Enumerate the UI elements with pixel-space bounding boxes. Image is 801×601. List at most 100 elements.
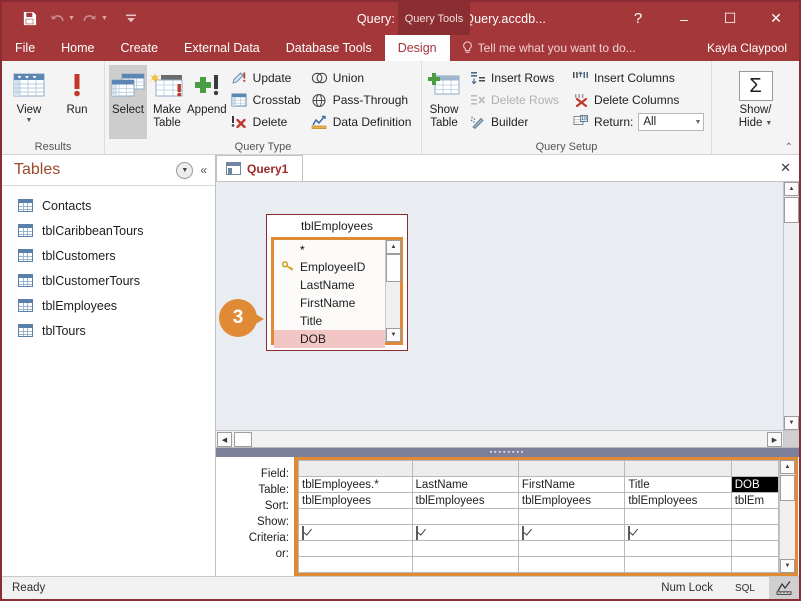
nav-item-contacts[interactable]: Contacts bbox=[2, 193, 215, 218]
cell-or-4[interactable] bbox=[730, 556, 780, 573]
cell-show-4[interactable] bbox=[730, 524, 780, 541]
help-button[interactable]: ? bbox=[615, 2, 661, 35]
return-control[interactable]: 10 Return: All ▼ bbox=[569, 111, 710, 133]
query-grid-column-selector-row[interactable] bbox=[298, 460, 780, 477]
minimize-button[interactable]: – bbox=[661, 2, 707, 35]
scroll-up-icon[interactable]: ▲ bbox=[780, 460, 795, 474]
tab-file[interactable]: File bbox=[2, 35, 48, 61]
show-checkbox[interactable] bbox=[521, 525, 524, 540]
show-table-button[interactable]: Show Table bbox=[426, 65, 462, 130]
show-checkbox[interactable] bbox=[415, 525, 418, 540]
sql-view-button[interactable]: SQL bbox=[735, 583, 769, 594]
return-value-select[interactable]: All ▼ bbox=[638, 113, 705, 131]
save-icon[interactable] bbox=[16, 7, 42, 31]
cell-table-0[interactable]: tblEmployees bbox=[298, 492, 413, 509]
cell-criteria-0[interactable] bbox=[298, 540, 413, 557]
column-selector-1[interactable] bbox=[411, 460, 519, 477]
cell-criteria-1[interactable] bbox=[411, 540, 519, 557]
cell-show-2[interactable] bbox=[517, 524, 626, 541]
pass-through-query-button[interactable]: Pass-Through bbox=[308, 89, 418, 111]
navigation-pane-menu-icon[interactable]: ▼ bbox=[176, 161, 194, 179]
design-grid-splitter[interactable]: ▪▪▪▪▪▪▪▪ bbox=[216, 448, 799, 457]
view-button[interactable]: View ▼ bbox=[6, 65, 52, 125]
view-dropdown-icon[interactable]: ▼ bbox=[26, 117, 33, 125]
redo-icon[interactable] bbox=[77, 7, 103, 31]
nav-item-tblemployees[interactable]: tblEmployees bbox=[2, 293, 215, 318]
cell-table-1[interactable]: tblEmployees bbox=[411, 492, 519, 509]
cell-show-3[interactable] bbox=[624, 524, 732, 541]
data-definition-query-button[interactable]: Data Definition bbox=[308, 111, 418, 133]
collapse-navigation-pane-icon[interactable]: « bbox=[200, 163, 207, 177]
field-list-scrollbar[interactable]: ▲ ▼ bbox=[385, 240, 401, 342]
cell-table-2[interactable]: tblEmployees bbox=[517, 492, 626, 509]
scroll-down-icon[interactable]: ▼ bbox=[780, 559, 795, 573]
scrollbar-thumb[interactable] bbox=[784, 197, 799, 223]
nav-item-tblcaribbeantours[interactable]: tblCaribbeanTours bbox=[2, 218, 215, 243]
select-query-button[interactable]: Select bbox=[109, 65, 147, 139]
cell-criteria-3[interactable] bbox=[624, 540, 732, 557]
field-list-tblemployees[interactable]: tblEmployees * EmployeeID LastName First… bbox=[266, 214, 408, 351]
nav-item-tblcustomertours[interactable]: tblCustomerTours bbox=[2, 268, 215, 293]
update-query-button[interactable]: Update bbox=[228, 67, 307, 89]
cell-field-4[interactable]: DOB bbox=[730, 476, 780, 493]
tab-external-data[interactable]: External Data bbox=[171, 35, 273, 61]
design-view-icon[interactable] bbox=[769, 577, 799, 599]
restore-button[interactable]: ☐ bbox=[707, 2, 753, 35]
cell-or-3[interactable] bbox=[624, 556, 732, 573]
cell-show-0[interactable] bbox=[298, 524, 413, 541]
tab-create[interactable]: Create bbox=[108, 35, 172, 61]
delete-query-button[interactable]: Delete bbox=[228, 111, 307, 133]
cell-field-1[interactable]: LastName bbox=[411, 476, 519, 493]
make-table-query-button[interactable]: Make Table bbox=[148, 65, 186, 130]
nav-item-tbltours[interactable]: tblTours bbox=[2, 318, 215, 343]
cell-field-2[interactable]: FirstName bbox=[517, 476, 626, 493]
scrollbar-thumb[interactable] bbox=[386, 254, 401, 282]
account-name[interactable]: Kayla Claypool bbox=[707, 35, 787, 61]
tell-me-box[interactable]: Tell me what you want to do... bbox=[450, 35, 636, 61]
field-item-lastname[interactable]: LastName bbox=[274, 276, 385, 294]
insert-rows-button[interactable]: Insert Rows bbox=[466, 67, 565, 89]
field-item-dob[interactable]: DOB bbox=[274, 330, 385, 348]
cell-sort-2[interactable] bbox=[517, 508, 626, 525]
cell-table-4[interactable]: tblEm bbox=[730, 492, 780, 509]
redo-dropdown-icon[interactable]: ▼ bbox=[101, 15, 108, 22]
cell-criteria-4[interactable] bbox=[730, 540, 780, 557]
field-item-employeeid[interactable]: EmployeeID bbox=[274, 258, 385, 276]
show-checkbox[interactable] bbox=[628, 525, 631, 540]
undo-icon[interactable] bbox=[44, 7, 70, 31]
scroll-up-icon[interactable]: ▲ bbox=[386, 240, 401, 254]
query-grid-vscrollbar[interactable]: ▲ ▼ bbox=[779, 460, 795, 573]
scroll-down-icon[interactable]: ▼ bbox=[386, 328, 401, 342]
design-surface-vscrollbar[interactable]: ▲ ▼ bbox=[783, 182, 799, 431]
scroll-left-icon[interactable]: ◀ bbox=[217, 432, 232, 448]
document-tab-query1[interactable]: Query1 bbox=[216, 155, 304, 181]
scroll-right-icon[interactable]: ▶ bbox=[767, 432, 782, 448]
close-button[interactable]: ✕ bbox=[753, 2, 799, 35]
cell-criteria-2[interactable] bbox=[517, 540, 626, 557]
field-item-title[interactable]: Title bbox=[274, 312, 385, 330]
collapse-ribbon-icon[interactable]: ⌃ bbox=[785, 142, 793, 153]
insert-columns-button[interactable]: Insert Columns bbox=[569, 67, 710, 89]
tab-home[interactable]: Home bbox=[48, 35, 107, 61]
column-selector-0[interactable] bbox=[298, 460, 413, 477]
column-selector-4[interactable] bbox=[730, 460, 780, 477]
scroll-down-icon[interactable]: ▼ bbox=[784, 416, 799, 431]
cell-or-0[interactable] bbox=[298, 556, 413, 573]
cell-or-2[interactable] bbox=[517, 556, 626, 573]
close-document-icon[interactable]: ✕ bbox=[780, 160, 791, 176]
customize-qat-icon[interactable] bbox=[118, 7, 144, 31]
run-button[interactable]: Run bbox=[54, 65, 100, 117]
cell-sort-4[interactable] bbox=[730, 508, 780, 525]
cell-show-1[interactable] bbox=[411, 524, 519, 541]
cell-or-1[interactable] bbox=[411, 556, 519, 573]
cell-sort-0[interactable] bbox=[298, 508, 413, 525]
scrollbar-thumb[interactable] bbox=[780, 475, 795, 501]
nav-item-tblcustomers[interactable]: tblCustomers bbox=[2, 243, 215, 268]
show-hide-dropdown-icon[interactable]: ▼ bbox=[765, 120, 772, 128]
field-item-star[interactable]: * bbox=[274, 242, 385, 258]
cell-sort-1[interactable] bbox=[411, 508, 519, 525]
column-selector-3[interactable] bbox=[624, 460, 732, 477]
show-checkbox[interactable] bbox=[302, 525, 304, 540]
column-selector-2[interactable] bbox=[517, 460, 626, 477]
totals-button[interactable]: Σ Show/ Hide ▼ bbox=[725, 65, 787, 130]
